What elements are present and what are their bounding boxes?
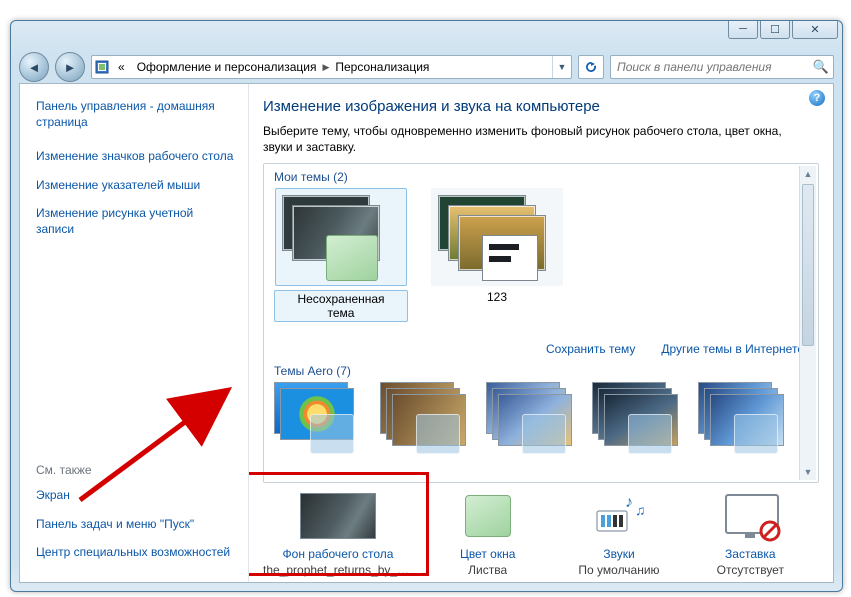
aero-theme-2[interactable] [380,382,464,454]
svg-text:♪: ♪ [625,494,633,511]
theme-unsaved-label: Несохраненная тема [274,290,408,322]
see-also-display[interactable]: Экран [36,487,234,503]
search-icon: 🔍 [813,59,829,75]
setting-screensaver-label: Заставка [725,547,776,561]
setting-color-value: Листва [468,563,507,577]
setting-wallpaper-label: Фон рабочего стола [283,547,394,561]
search-box[interactable]: 🔍 [610,55,834,79]
sidebar-home[interactable]: Панель управления - домашняя страница [36,98,234,130]
aero-theme-5[interactable] [698,382,782,454]
theme-123-label: 123 [487,290,507,304]
page-title: Изменение изображения и звука на компьют… [263,98,807,115]
scroll-thumb[interactable] [802,184,814,346]
screensaver-icon [725,494,775,538]
forward-button[interactable]: ► [55,52,85,82]
sounds-icon: ♪♫ [577,491,661,541]
breadcrumb[interactable]: « Оформление и персонализация ▶ Персонал… [91,55,572,79]
window-color-icon [465,495,511,537]
breadcrumb-back[interactable]: « [112,56,131,78]
wallpaper-preview-icon [300,493,376,539]
close-button[interactable]: ✕ [792,20,838,39]
chevron-right-icon: ▶ [322,62,329,73]
control-panel-icon [92,60,112,74]
setting-screensaver-value: Отсутствует [717,563,784,577]
aero-theme-4[interactable] [592,382,676,454]
group-aero-themes: Темы Aero (7) [274,364,351,378]
breadcrumb-level2[interactable]: Персонализация [329,56,435,78]
nav-toolbar: ◄ ► « Оформление и персонализация ▶ Перс… [11,51,842,83]
maximize-button[interactable]: ☐ [760,20,790,39]
setting-wallpaper[interactable]: Фон рабочего стола the_prophet_returns_b… [263,491,413,577]
control-panel-window: ─ ☐ ✕ ◄ ► « Оформление и персонализация … [10,20,843,592]
sidebar-link-mouse-pointers[interactable]: Изменение указателей мыши [36,177,234,193]
breadcrumb-dropdown[interactable]: ▼ [552,56,571,78]
setting-sounds-value: По умолчанию [578,563,659,577]
sidebar: Панель управления - домашняя страница Из… [20,84,249,582]
setting-color-label: Цвет окна [460,547,515,561]
themes-listbox: Мои темы (2) Несохраненная тема [263,163,819,483]
save-theme-link[interactable]: Сохранить тему [546,342,635,356]
help-icon[interactable]: ? [809,90,825,106]
breadcrumb-level1[interactable]: Оформление и персонализация [131,56,323,78]
see-also-taskbar[interactable]: Панель задач и меню "Пуск" [36,516,234,532]
minimize-button[interactable]: ─ [728,20,758,39]
vertical-scrollbar[interactable]: ▲ ▼ [799,166,816,480]
page-intro: Выберите тему, чтобы одновременно измени… [263,123,807,155]
setting-sounds-label: Звуки [603,547,634,561]
aero-theme-3[interactable] [486,382,570,454]
setting-color[interactable]: Цвет окна Листва [431,491,544,577]
sidebar-link-account-picture[interactable]: Изменение рисунка учетной записи [36,205,234,237]
theme-123[interactable]: 123 [430,188,564,322]
aero-theme-1[interactable] [274,382,358,454]
scroll-up-icon[interactable]: ▲ [800,166,816,182]
group-my-themes: Мои темы (2) [274,170,348,184]
back-button[interactable]: ◄ [19,52,49,82]
setting-screensaver[interactable]: Заставка Отсутствует [694,491,807,577]
setting-sounds[interactable]: ♪♫ Звуки По умолчанию [562,491,675,577]
search-input[interactable] [615,59,813,75]
main-panel: ? Изменение изображения и звука на компь… [249,84,833,582]
bottom-settings-row: Фон рабочего стола the_prophet_returns_b… [263,491,807,577]
theme-unsaved[interactable]: Несохраненная тема [274,188,408,322]
see-also-ease-of-access[interactable]: Центр специальных возможностей [36,544,234,560]
refresh-button[interactable] [578,55,604,79]
setting-wallpaper-value: the_prophet_returns_by_m... [263,563,413,577]
more-themes-link[interactable]: Другие темы в Интернете [661,342,804,356]
svg-text:♫: ♫ [635,502,646,518]
see-also-heading: См. также [36,463,234,477]
titlebar: ─ ☐ ✕ [11,21,842,51]
sidebar-link-desktop-icons[interactable]: Изменение значков рабочего стола [36,148,234,164]
scroll-down-icon[interactable]: ▼ [800,464,816,480]
